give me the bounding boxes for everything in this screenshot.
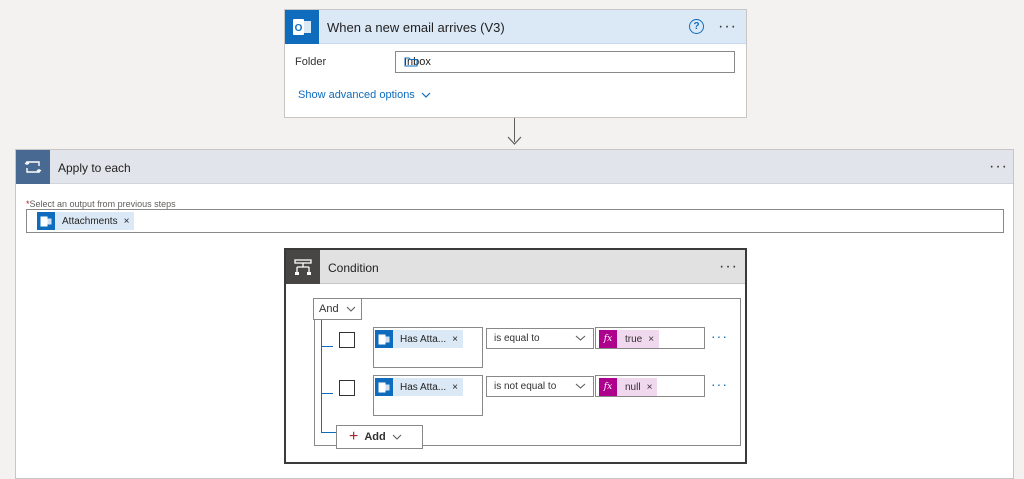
- group-operator-value: And: [319, 303, 339, 315]
- expression-icon: fx: [599, 378, 617, 396]
- tree-branch: [321, 432, 337, 433]
- folder-browse-icon[interactable]: [404, 56, 728, 70]
- chevron-down-icon: [392, 431, 402, 443]
- outlook-icon: [375, 330, 393, 348]
- chevron-down-icon: [346, 303, 356, 315]
- condition-title: Condition: [328, 261, 379, 275]
- show-advanced-label: Show advanced options: [298, 89, 415, 101]
- select-output-label-text: Select an output from previous steps: [29, 199, 176, 209]
- attachments-token[interactable]: Attachments ×: [37, 212, 135, 230]
- tree-branch: [321, 346, 333, 347]
- expression-token[interactable]: fx true ×: [599, 330, 660, 348]
- row-checkbox[interactable]: [339, 380, 355, 396]
- arrow-down-icon: [507, 136, 522, 145]
- remove-token-button[interactable]: ×: [450, 382, 463, 393]
- operand-token-label: Has Atta...: [400, 381, 447, 393]
- help-icon[interactable]: ?: [689, 19, 704, 34]
- svg-text:O: O: [295, 23, 303, 34]
- group-operator-dropdown[interactable]: And: [313, 298, 362, 320]
- condition-operator-dropdown[interactable]: is equal to: [486, 328, 594, 349]
- condition-value[interactable]: fx true ×: [595, 327, 705, 349]
- chevron-down-icon: [575, 333, 586, 344]
- chevron-down-icon: [575, 381, 586, 392]
- trigger-title: When a new email arrives (V3): [327, 20, 505, 35]
- condition-operand[interactable]: Has Atta... ×: [373, 327, 483, 368]
- row-more-button[interactable]: ···: [711, 376, 728, 392]
- condition-card[interactable]: Condition ··· And Has Atta... × is equal…: [284, 248, 747, 464]
- trigger-more-button[interactable]: ···: [718, 19, 737, 35]
- trigger-header[interactable]: O When a new email arrives (V3) ? ···: [285, 10, 746, 44]
- plus-icon: +: [349, 428, 359, 445]
- expression-token-label: true: [625, 333, 643, 345]
- condition-value[interactable]: fx null ×: [595, 375, 705, 397]
- remove-token-button[interactable]: ×: [646, 334, 659, 345]
- tree-connector: [321, 320, 322, 432]
- remove-token-button[interactable]: ×: [450, 334, 463, 345]
- select-output-input[interactable]: Attachments ×: [26, 209, 1004, 233]
- outlook-icon: O: [285, 10, 319, 44]
- condition-group: And Has Atta... × is equal to fx true × …: [313, 298, 741, 449]
- expression-icon: fx: [599, 330, 617, 348]
- select-output-label: *Select an output from previous steps: [26, 199, 176, 209]
- chevron-down-icon: [421, 89, 431, 101]
- operator-value: is equal to: [494, 333, 540, 344]
- loop-icon: [16, 150, 50, 184]
- operand-token-label: Has Atta...: [400, 333, 447, 345]
- row-more-button[interactable]: ···: [711, 328, 728, 344]
- expression-token[interactable]: fx null ×: [599, 378, 658, 396]
- tree-branch: [321, 393, 333, 394]
- expression-token-label: null: [625, 381, 641, 393]
- row-checkbox[interactable]: [339, 332, 355, 348]
- add-button-label: Add: [364, 431, 386, 443]
- trigger-card[interactable]: O When a new email arrives (V3) ? ··· Fo…: [284, 9, 747, 118]
- condition-icon: [286, 250, 320, 284]
- outlook-icon: [375, 378, 393, 396]
- add-condition-button[interactable]: + Add: [336, 425, 423, 449]
- folder-input[interactable]: Inbox: [395, 51, 735, 73]
- operator-value: is not equal to: [494, 381, 557, 392]
- has-attachments-token[interactable]: Has Atta... ×: [375, 378, 463, 396]
- outlook-icon: [37, 212, 55, 230]
- attachments-token-label: Attachments: [62, 215, 118, 227]
- apply-to-each-more-button[interactable]: ···: [989, 159, 1008, 175]
- condition-operand[interactable]: Has Atta... ×: [373, 375, 483, 416]
- has-attachments-token[interactable]: Has Atta... ×: [375, 330, 463, 348]
- folder-label: Folder: [295, 56, 327, 68]
- remove-token-button[interactable]: ×: [122, 216, 135, 227]
- apply-to-each-title: Apply to each: [58, 161, 131, 175]
- show-advanced-options-link[interactable]: Show advanced options: [298, 89, 431, 101]
- condition-more-button[interactable]: ···: [719, 259, 738, 275]
- condition-operator-dropdown[interactable]: is not equal to: [486, 376, 594, 397]
- remove-token-button[interactable]: ×: [645, 382, 658, 393]
- apply-to-each-header[interactable]: Apply to each ···: [16, 150, 1013, 184]
- condition-header[interactable]: Condition ···: [286, 250, 745, 284]
